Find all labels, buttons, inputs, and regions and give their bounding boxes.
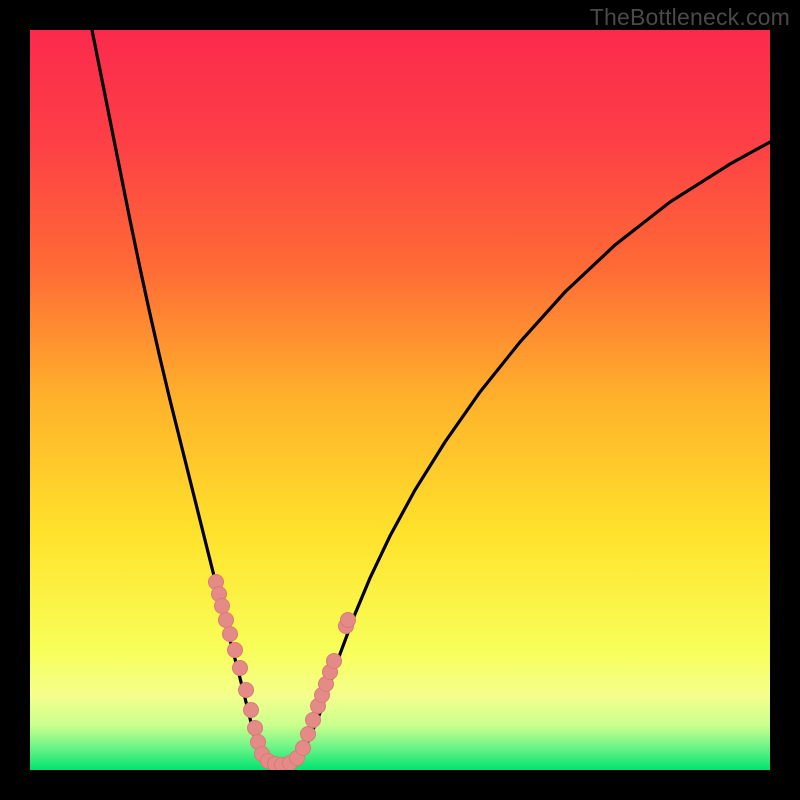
data-marker xyxy=(244,703,259,718)
data-marker xyxy=(228,643,243,658)
data-marker xyxy=(306,713,321,728)
plot-area xyxy=(30,30,770,770)
data-marker xyxy=(223,627,238,642)
chart-svg xyxy=(30,30,770,770)
data-marker xyxy=(301,727,316,742)
chart-frame: TheBottleneck.com xyxy=(0,0,800,800)
data-marker xyxy=(215,599,230,614)
data-marker xyxy=(219,613,234,628)
data-marker xyxy=(296,741,311,756)
watermark-text: TheBottleneck.com xyxy=(590,4,790,31)
data-marker xyxy=(233,661,248,676)
data-marker xyxy=(341,613,356,628)
data-marker xyxy=(327,654,342,669)
data-marker xyxy=(239,683,254,698)
data-marker xyxy=(248,721,263,736)
gradient-background xyxy=(30,30,770,770)
